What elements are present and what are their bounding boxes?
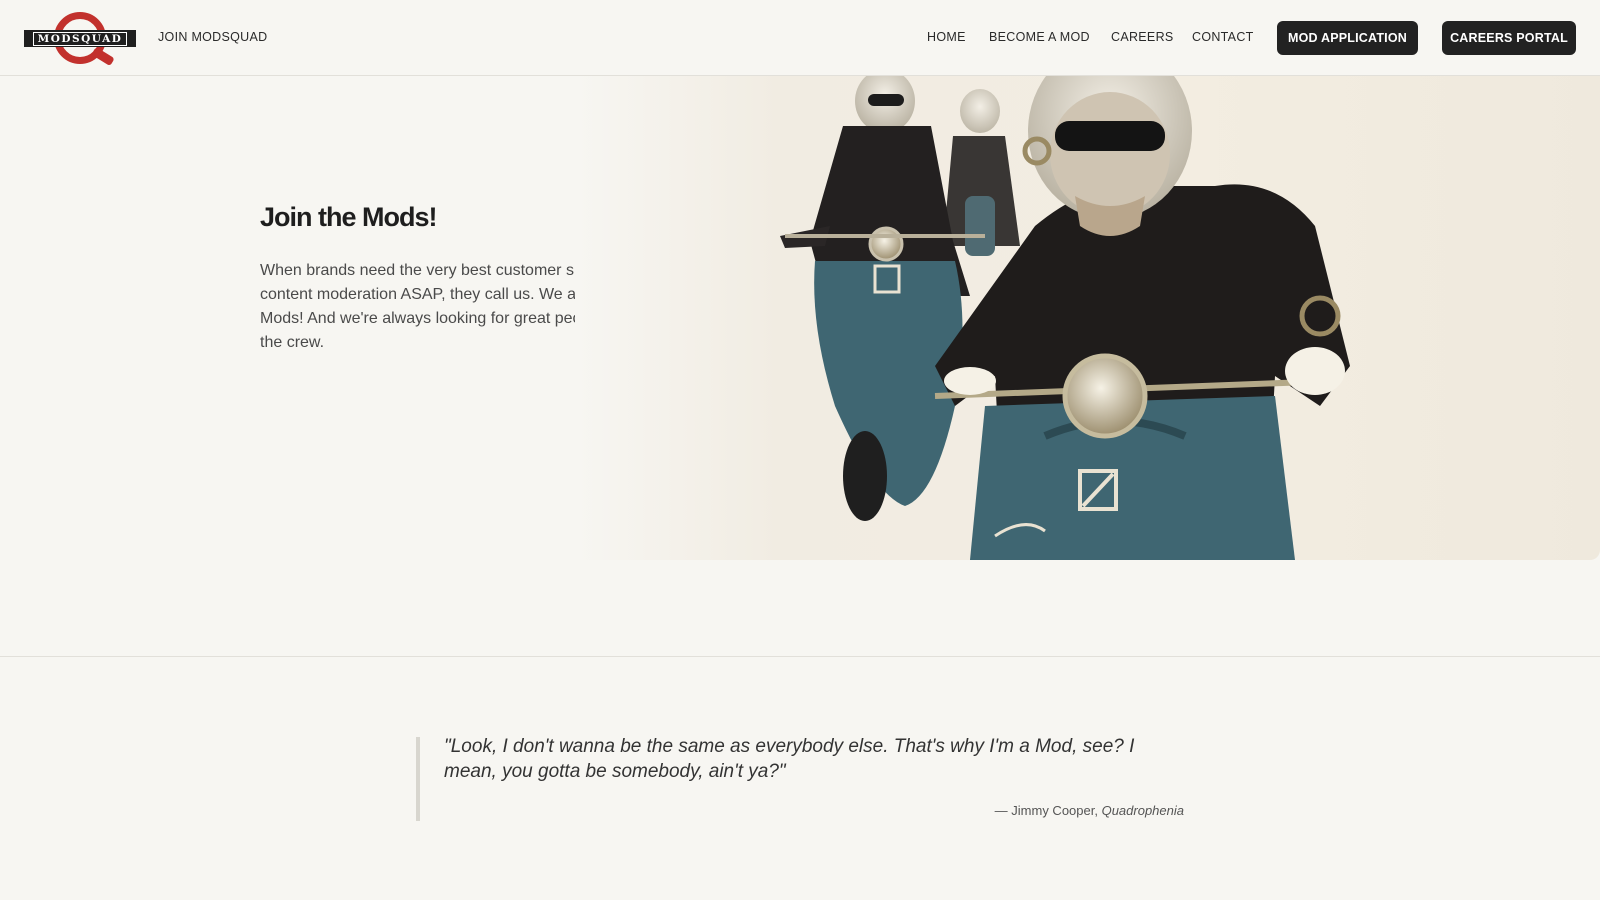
nav-home[interactable]: HOME [927, 30, 966, 44]
careers-portal-button[interactable]: CAREERS PORTAL [1442, 21, 1576, 55]
logo-text: MODSQUAD [32, 31, 128, 46]
join-modsquad-link[interactable]: JOIN MODSQUAD [158, 30, 267, 44]
nav-contact[interactable]: CONTACT [1192, 30, 1254, 44]
quote-source: Quadrophenia [1101, 803, 1184, 818]
hero-image-mods-on-scooters [575, 76, 1600, 560]
quote-author: — Jimmy Cooper, [994, 803, 1098, 818]
scooter-riders-illustration [575, 76, 1600, 560]
logo-bar: MODSQUAD [24, 30, 136, 47]
section-divider [0, 656, 1600, 657]
mod-application-button[interactable]: MOD APPLICATION [1277, 21, 1418, 55]
quote-text: "Look, I don't wanna be the same as ever… [444, 736, 1135, 782]
quote-citation: — Jimmy Cooper, Quadrophenia [444, 803, 1184, 818]
modsquad-logo[interactable]: MODSQUAD [24, 12, 136, 67]
quote-accent-bar [416, 737, 420, 821]
nav-careers[interactable]: CAREERS [1111, 30, 1174, 44]
site-header: MODSQUAD JOIN MODSQUAD HOME BECOME A MOD… [0, 0, 1600, 76]
nav-become-a-mod[interactable]: BECOME A MOD [989, 30, 1090, 44]
hero-title: Join the Mods! [260, 202, 437, 232]
